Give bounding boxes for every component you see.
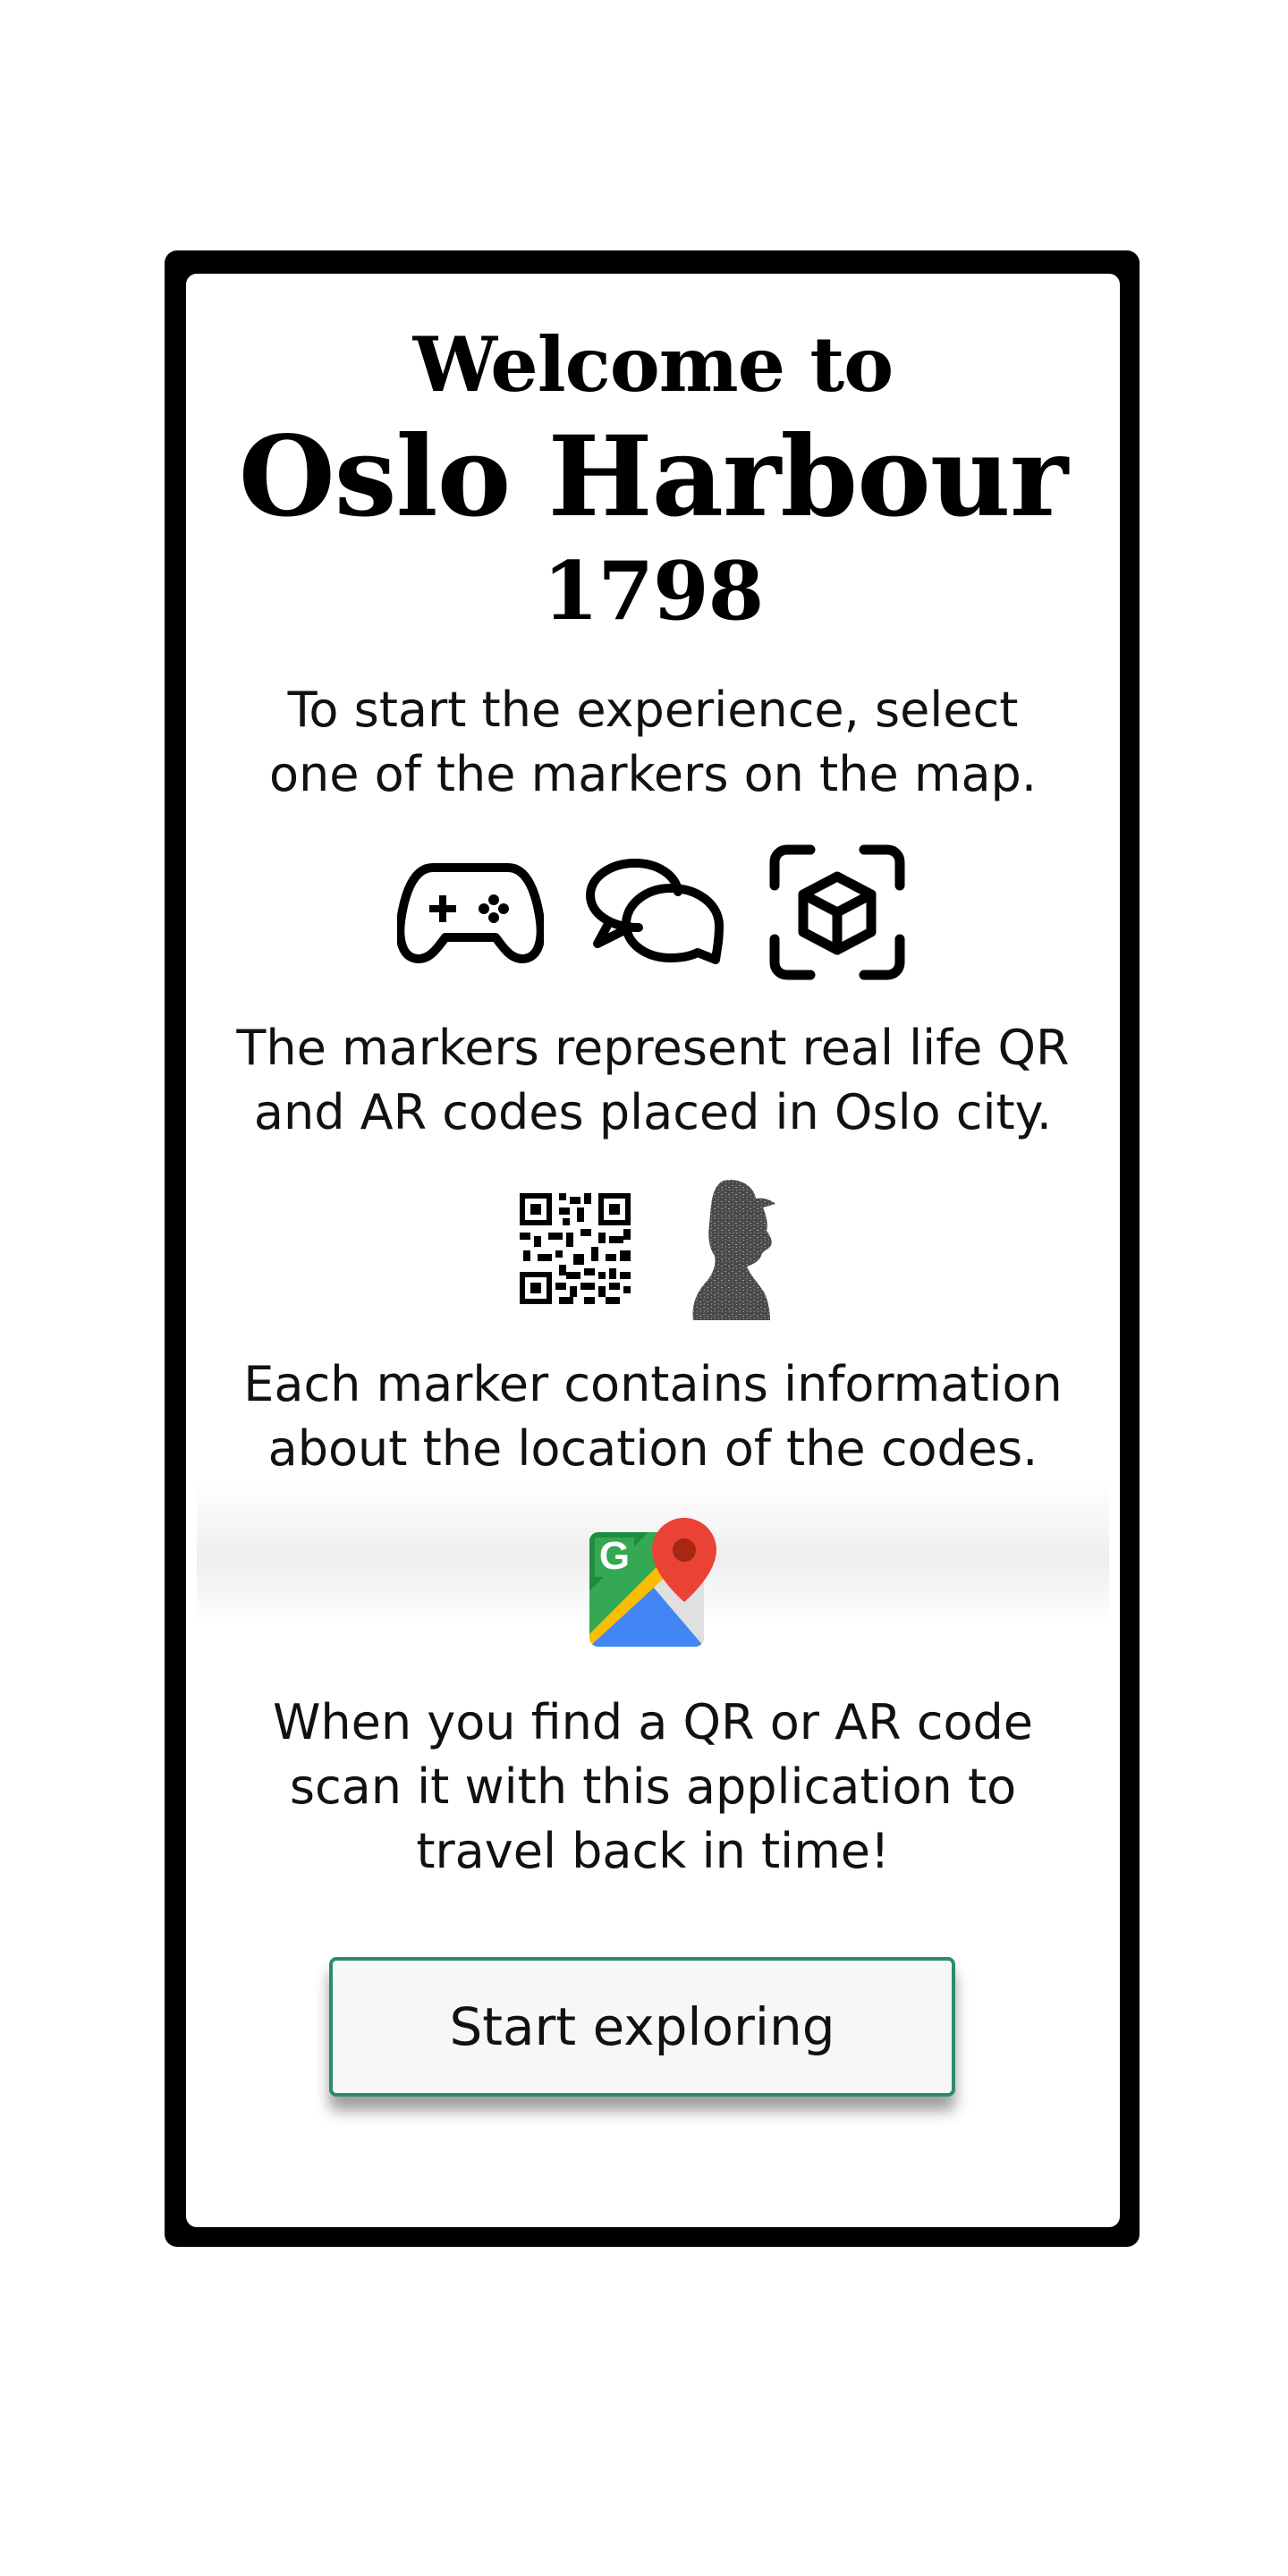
welcome-card: Welcome to Oslo Harbour 1798 To start th…: [186, 274, 1120, 2227]
scan-text-line-3: travel back in time!: [416, 1823, 890, 1879]
gamepad-icon: [397, 863, 544, 963]
welcome-heading: Welcome to: [412, 320, 894, 409]
qr-code-icon: [520, 1193, 631, 1304]
place-title: Oslo Harbour: [238, 412, 1069, 542]
ar-marker-silhouette-icon: [692, 1180, 775, 1320]
chat-bubbles-icon: [585, 858, 724, 964]
markers-text-line-1: The markers represent real life QR: [236, 1020, 1070, 1076]
intro-text-line-2: one of the markers on the map.: [269, 746, 1037, 802]
markers-text-line-2: and AR codes placed in Oslo city.: [253, 1084, 1053, 1140]
scan-text-line-2: scan it with this application to: [289, 1758, 1017, 1815]
map-icon-row: G: [186, 1512, 1120, 1655]
google-maps-icon: G: [589, 1518, 716, 1647]
feature-icons-row: [186, 839, 1120, 986]
location-text: Each marker contains information about t…: [222, 1352, 1084, 1481]
ar-cube-icon: [769, 844, 905, 980]
location-text-line-1: Each marker contains information: [243, 1356, 1063, 1412]
year-title: 1798: [542, 544, 765, 639]
code-icons-row: [186, 1177, 1120, 1320]
start-exploring-button[interactable]: Start exploring: [329, 1957, 955, 2097]
scan-text-line-1: When you find a QR or AR code: [273, 1694, 1033, 1750]
scan-text: When you find a QR or AR code scan it wi…: [222, 1690, 1084, 1884]
location-text-line-2: about the location of the codes.: [267, 1420, 1038, 1477]
markers-text: The markers represent real life QR and A…: [222, 1016, 1084, 1145]
intro-text-line-1: To start the experience, select: [287, 682, 1019, 738]
intro-text: To start the experience, select one of t…: [222, 678, 1084, 807]
svg-text:G: G: [599, 1534, 630, 1578]
